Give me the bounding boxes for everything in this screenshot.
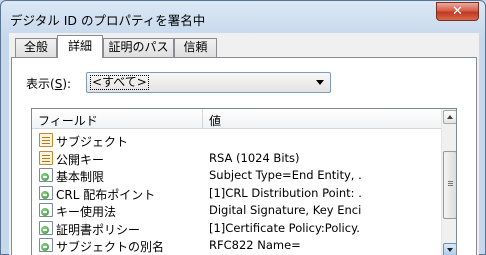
- certificate-extension-icon: [39, 238, 53, 252]
- list-item[interactable]: 証明書ポリシー [1]Certificate Policy:Policy...: [32, 220, 441, 238]
- scroll-down-button[interactable]: [443, 243, 456, 255]
- details-panel: 表示(S): <すべて> フィールド 値 サブジェクト 公開キー RSA (10…: [11, 57, 477, 255]
- show-dropdown[interactable]: <すべて>: [86, 72, 331, 93]
- certificate-extension-icon: [39, 203, 53, 217]
- title-bar[interactable]: デジタル ID のプロパティを署名中 ✕: [1, 1, 485, 35]
- field-name: キー使用法: [56, 205, 117, 219]
- close-button[interactable]: ✕: [436, 2, 479, 21]
- show-filter-row: 表示(S): <すべて>: [26, 72, 466, 93]
- list-item[interactable]: 公開キー RSA (1024 Bits): [32, 150, 441, 168]
- field-value: [1]Certificate Policy:Policy...: [209, 220, 361, 235]
- field-name: サブジェクト: [56, 135, 129, 149]
- field-name: 公開キー: [56, 152, 105, 167]
- list-item[interactable]: サブジェクト: [32, 132, 441, 150]
- field-name: 基本制限: [56, 170, 105, 184]
- show-dropdown-value: <すべて>: [90, 75, 149, 90]
- field-value: Subject Type=End Entity, ...: [209, 168, 361, 182]
- field-name: サブジェクトの別名: [56, 240, 165, 254]
- certificate-field-icon: [39, 150, 53, 165]
- dialog-content: 全般 詳細 証明のパス 信頼 表示(S): <すべて> フィールド 値 サブジェ…: [9, 33, 479, 255]
- column-header-value[interactable]: 値: [209, 112, 221, 129]
- list-item[interactable]: CRL 配布ポイント [1]CRL Distribution Point: ..…: [32, 185, 441, 203]
- column-divider[interactable]: [202, 109, 203, 129]
- field-name: 証明書ポリシー: [56, 222, 141, 237]
- certificate-extension-icon: [39, 185, 53, 200]
- tab-general[interactable]: 全般: [15, 38, 57, 57]
- list-rows: サブジェクト 公開キー RSA (1024 Bits) 基本制限 Subject…: [32, 132, 441, 255]
- tab-strip: 全般 詳細 証明のパス 信頼: [9, 33, 479, 58]
- properties-window: デジタル ID のプロパティを署名中 ✕ 全般 詳細 証明のパス 信頼 表示(S…: [0, 0, 486, 255]
- close-icon: ✕: [452, 4, 463, 19]
- scroll-up-button[interactable]: [443, 110, 456, 124]
- show-label: 表示(S):: [26, 77, 72, 91]
- field-value: [1]CRL Distribution Point: ...: [209, 185, 361, 200]
- list-item[interactable]: キー使用法 Digital Signature, Key Enci...: [32, 202, 441, 220]
- chevron-down-icon: [316, 80, 324, 85]
- field-list[interactable]: フィールド 値 サブジェクト 公開キー RSA (1024 Bits) 基本制限…: [31, 108, 457, 255]
- list-item[interactable]: サブジェクトの別名 RFC822 Name=: [32, 237, 441, 255]
- certificate-extension-icon: [39, 220, 53, 235]
- field-name: CRL 配布ポイント: [56, 187, 156, 202]
- field-value: Digital Signature, Key Enci...: [209, 203, 361, 217]
- scroll-thumb[interactable]: [443, 151, 456, 219]
- field-value: RSA (1024 Bits): [209, 150, 300, 165]
- grip-icon: [448, 181, 453, 182]
- tab-details[interactable]: 詳細: [57, 35, 103, 58]
- column-header-field[interactable]: フィールド: [38, 112, 98, 129]
- list-item[interactable]: 基本制限 Subject Type=End Entity, ...: [32, 167, 441, 185]
- tab-trust[interactable]: 信頼: [174, 38, 217, 57]
- certificate-field-icon: [39, 133, 53, 147]
- list-header: フィールド 値: [32, 109, 441, 129]
- vertical-scrollbar[interactable]: [441, 109, 456, 255]
- field-value: RFC822 Name=: [209, 238, 301, 252]
- window-title: デジタル ID のプロパティを署名中: [10, 13, 206, 28]
- certificate-extension-icon: [39, 168, 53, 182]
- tab-certification-path[interactable]: 証明のパス: [103, 38, 174, 57]
